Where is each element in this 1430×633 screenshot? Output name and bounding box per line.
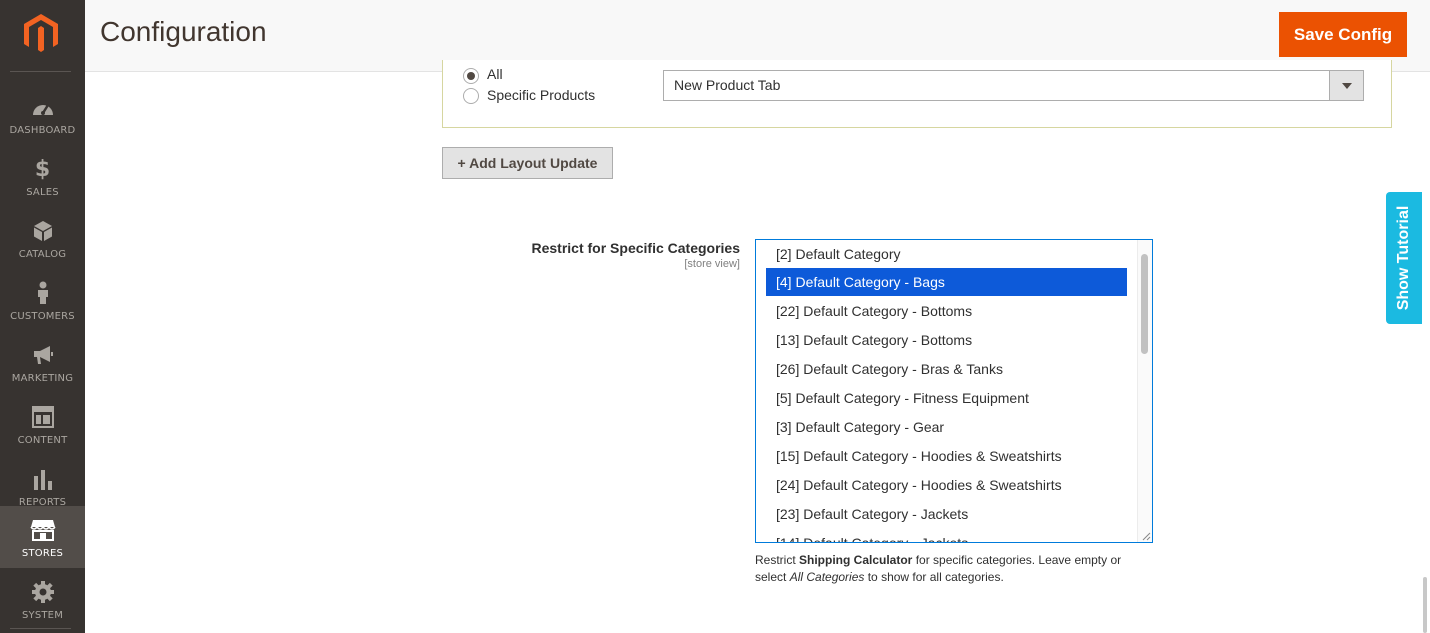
add-layout-update-button[interactable]: + Add Layout Update [442,147,613,179]
gear-icon [31,581,54,603]
show-tutorial-button[interactable]: Show Tutorial [1386,192,1422,324]
note-italic-text: All Categories [789,570,865,584]
sidebar-item-stores[interactable]: STORES [0,506,85,568]
resize-grip-icon[interactable] [1141,531,1151,541]
sidebar-item-label: STORES [21,548,64,559]
sidebar-item-label: CATALOG [18,249,67,260]
multiselect-scrollbar[interactable] [1137,240,1152,542]
dollar-icon: $ [34,156,51,182]
sidebar-item-content[interactable]: CONTENT [0,393,85,455]
radio-specific-products[interactable] [463,88,479,104]
sidebar-item-label: CONTENT [17,435,68,446]
note-bold-text: Shipping Calculator [799,553,913,567]
categories-field-label: Restrict for Specific Categories [531,240,740,256]
sidebar-item-label: SYSTEM [21,610,64,621]
sidebar-item-catalog[interactable]: CATALOG [0,207,85,269]
category-option[interactable]: [15] Default Category - Hoodies & Sweats… [766,442,1127,470]
page-title: Configuration [100,16,267,47]
category-option[interactable]: [13] Default Category - Bottoms [766,326,1127,354]
bar-chart-icon [33,470,52,490]
radio-all-label: All [487,66,503,82]
chevron-down-icon[interactable] [1329,71,1363,100]
container-select[interactable]: New Product Tab [663,70,1364,101]
categories-multiselect[interactable]: [2] Default Category [4] Default Categor… [755,239,1153,543]
page-scrollbar[interactable] [1423,577,1427,633]
category-option[interactable]: [2] Default Category [766,240,1127,268]
sidebar-item-sales[interactable]: $ SALES [0,145,85,207]
sidebar-item-label: SALES [26,187,59,198]
person-icon [37,281,48,304]
sidebar-divider [10,628,71,629]
category-option[interactable]: [14] Default Category - Jackets [766,529,1127,542]
sidebar-item-label: MARKETING [11,373,74,384]
radio-specific-products-label: Specific Products [487,87,596,103]
sidebar-item-marketing[interactable]: MARKETING [0,331,85,393]
scope-label: [store view] [684,258,740,270]
store-icon [29,520,56,541]
layout-icon [31,406,54,428]
scrollbar-thumb[interactable] [1141,254,1148,354]
sidebar-item-customers[interactable]: CUSTOMERS [0,269,85,331]
field-note: Restrict Shipping Calculator for specifi… [755,553,1122,584]
megaphone-icon [33,346,53,364]
sidebar-item-label: CUSTOMERS [10,311,75,322]
category-option[interactable]: [23] Default Category - Jackets [766,500,1127,528]
category-option[interactable]: [5] Default Category - Fitness Equipment [766,384,1127,412]
sidebar-item-system[interactable]: SYSTEM [0,568,85,630]
box-icon [33,221,52,241]
admin-sidebar: DASHBOARD $ SALES CATALOG CUSTOMERS MARK… [0,0,85,633]
radio-all[interactable] [463,68,479,84]
category-option[interactable]: [26] Default Category - Bras & Tanks [766,355,1127,383]
magento-logo[interactable] [20,12,62,56]
category-option[interactable]: [24] Default Category - Hoodies & Sweats… [766,471,1127,499]
category-option[interactable]: [3] Default Category - Gear [766,413,1127,441]
sidebar-item-dashboard[interactable]: DASHBOARD [0,83,85,145]
category-option[interactable]: [22] Default Category - Bottoms [766,297,1127,325]
category-option-selected[interactable]: [4] Default Category - Bags [766,268,1127,296]
dashboard-icon [32,104,53,115]
container-select-value: New Product Tab [674,77,781,93]
show-tutorial-label: Show Tutorial [1395,205,1412,311]
logo-divider [10,71,71,72]
sidebar-item-label: DASHBOARD [9,125,76,136]
save-config-button[interactable]: Save Config [1279,12,1407,57]
